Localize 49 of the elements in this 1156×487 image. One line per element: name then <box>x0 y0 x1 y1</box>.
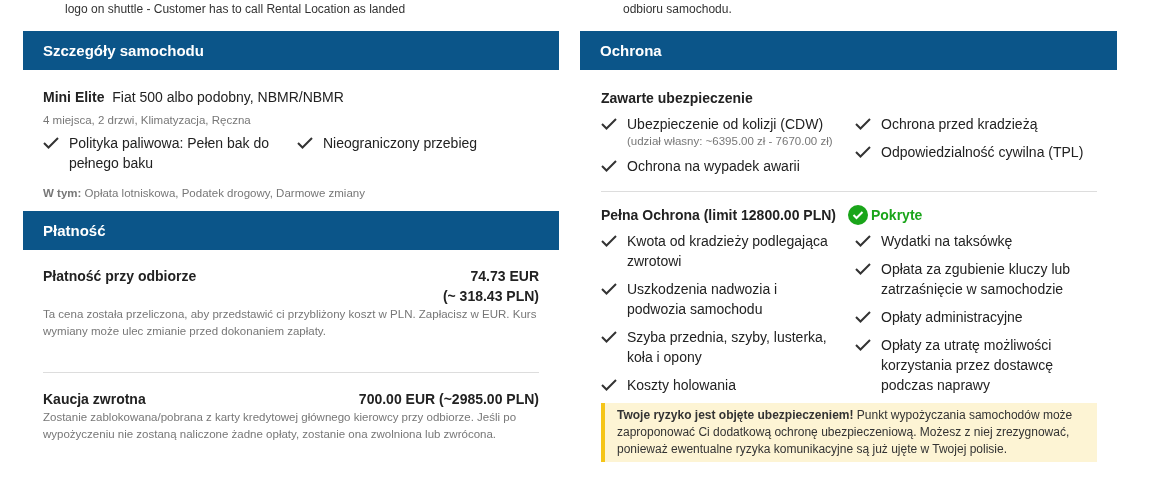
feature-item: Polityka paliwowa: Pełen bak do pełnego baku <box>69 134 270 173</box>
coverage-item: Ochrona przed kradzieżą <box>881 115 1038 134</box>
check-icon <box>601 160 617 172</box>
coverage-item: Ochrona na wypadek awarii <box>627 157 800 176</box>
coverage-item: Uszkodzenia nadwozia i podwozia samochodu <box>627 280 779 319</box>
check-icon <box>855 118 871 130</box>
check-icon <box>601 235 617 247</box>
feature-item: Nieograniczony przebieg <box>323 134 478 153</box>
coverage-item: Ubezpieczenie od kolizji (CDW) <box>627 115 825 134</box>
check-icon <box>855 263 871 275</box>
check-circle-icon <box>848 205 868 225</box>
section-subtitle: Pełna Ochrona (limit 12800.00 PLN) <box>601 206 836 225</box>
coverage-item: Wydatki na taksówkę <box>881 232 1013 251</box>
payment-label: Kaucja zwrotna <box>43 390 146 409</box>
check-icon <box>855 339 871 351</box>
coverage-item: Koszty holowania <box>627 376 736 395</box>
coverage-note: (udział własny: ~6395.00 zł - 7670.00 zł) <box>627 134 833 148</box>
check-icon <box>43 137 59 149</box>
check-icon <box>855 311 871 323</box>
section-subtitle: Zawarte ubezpieczenie <box>601 89 754 108</box>
status-label: Pokryte <box>871 207 923 223</box>
coverage-item: Opłata za zgubienie kluczy lub zatrzaśnięcie w samochodzie <box>881 260 1072 299</box>
pickup-note: odbioru samochodu. <box>622 1 733 18</box>
pickup-note: logo on shuttle - Customer has to call Rental Location as landed <box>64 1 407 18</box>
check-icon <box>601 283 617 295</box>
check-icon <box>601 331 617 343</box>
coverage-item: Opłaty administracyjne <box>881 308 1023 327</box>
check-icon <box>601 379 617 391</box>
coverage-item: Odpowiedzialność cywilna (TPL) <box>881 143 1084 162</box>
coverage-item: Opłaty za utratę możliwości korzystania przez dostawcę podczas naprawy <box>881 336 1054 395</box>
section-header: Szczegóły samochodu <box>23 31 559 70</box>
car-model: Mini Elite Fiat 500 albo podobny, NBMR/NBMR <box>43 89 345 105</box>
payment-amount: 700.00 EUR (~2985.00 PLN) <box>358 390 539 409</box>
coverage-item: Szyba przednia, szyby, lusterka, koła i opony <box>627 328 828 367</box>
insurance-note: Twoje ryzyko jest objęte ubezpieczeniem! Punkt wypożyczania samochodów może zaproponować Ci dodatkową ochronę ubezpieczeniową. Możesz z niej zrezygnować, ponieważ ewentualne ryzyka komunikacyjne są już ujęte w Twojej polisie. <box>601 403 1097 462</box>
included-fees: W tym: Opłata lotniskowa, Podatek drogowy, Darmowe zmiany <box>43 186 366 201</box>
coverage-item: Kwota od kradzieży podlegająca zwrotowi <box>627 232 829 271</box>
check-icon <box>601 118 617 130</box>
payment-note: Zostanie zablokowana/pobrana z karty kredytowej głównego kierowcy przy odbiorze. Jeśli po wypożyczeniu nie zostaną naliczone żadne opłaty, zostanie ona zwolniona lub zwrócona. <box>43 410 518 442</box>
payment-note: Ta cena została przeliczona, aby przedstawić ci przybliżony koszt w PLN. Zapłacisz w EUR. Kurs wymiany może ulec zmianie przed dokonaniem zapłaty. <box>43 307 538 339</box>
check-icon <box>855 146 871 158</box>
payment-amount: (~ 318.43 PLN) <box>442 287 539 306</box>
payment-label: Płatność przy odbiorze <box>43 267 197 286</box>
payment-amount: 74.73 EUR <box>469 267 539 286</box>
check-icon <box>297 137 313 149</box>
check-icon <box>855 235 871 247</box>
section-header: Ochrona <box>580 31 1117 70</box>
car-specs: 4 miejsca, 2 drzwi, Klimatyzacja, Ręczna <box>43 113 252 128</box>
section-header: Płatność <box>23 211 559 250</box>
